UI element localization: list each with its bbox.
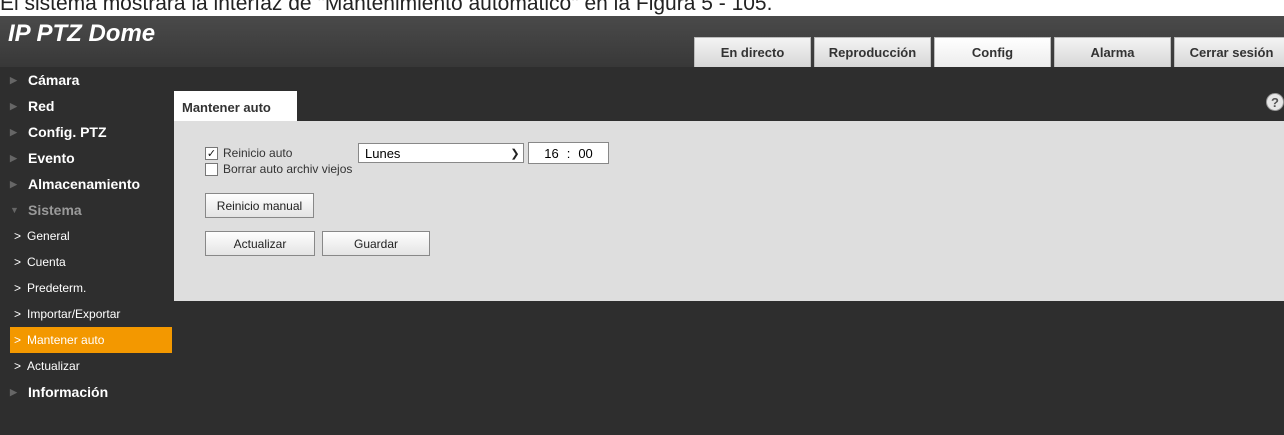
collapsed-triangle-icon: ▶ (10, 126, 17, 137)
tab-alarm[interactable]: Alarma (1054, 37, 1171, 67)
collapsed-triangle-icon: ▶ (10, 152, 17, 163)
document-caption: El sistema mostrará la interfaz de "Mant… (0, 0, 773, 15)
sidebar-item-account[interactable]: > Cuenta (0, 249, 174, 275)
auto-reboot-checkbox[interactable]: ✓ (205, 146, 218, 160)
tab-playback[interactable]: Reproducción (814, 37, 931, 67)
sidebar-group-event[interactable]: ▶ Evento (0, 145, 174, 171)
settings-panel (174, 91, 1284, 301)
chevron-right-icon: > (14, 359, 22, 373)
delete-old-row: Borrar auto archiv viejos (205, 162, 352, 176)
chevron-right-icon: > (14, 229, 22, 243)
save-button[interactable]: Guardar (322, 231, 430, 256)
sidebar-item-import-export[interactable]: > Importar/Exportar (0, 301, 174, 327)
tab-logout[interactable]: Cerrar sesión (1174, 37, 1284, 67)
sidebar-item-label: General (27, 229, 70, 243)
sidebar-group-storage[interactable]: ▶ Almacenamiento (0, 171, 174, 197)
reboot-time-input[interactable]: 16 : 00 (528, 142, 609, 164)
refresh-button[interactable]: Actualizar (205, 231, 315, 256)
sidebar: ▶ Cámara ▶ Red ▶ Config. PTZ ▶ Evento ▶ Almac… (0, 67, 174, 435)
time-separator: : (566, 145, 571, 161)
sidebar-item-default[interactable]: > Predeterm. (0, 275, 174, 301)
sidebar-group-info[interactable]: ▶ Información (0, 379, 174, 405)
collapsed-triangle-icon: ▶ (10, 100, 17, 111)
sidebar-item-label: Mantener auto (27, 333, 105, 347)
sidebar-item-label: Importar/Exportar (27, 307, 121, 321)
sidebar-group-label: Información (28, 384, 109, 400)
collapsed-triangle-icon: ▶ (10, 74, 17, 85)
reboot-hour[interactable]: 16 (544, 146, 558, 161)
delete-old-checkbox[interactable] (205, 162, 218, 176)
sidebar-group-label: Almacenamiento (28, 176, 141, 192)
help-icon[interactable]: ? (1266, 93, 1284, 111)
reboot-minute[interactable]: 00 (578, 146, 592, 161)
panel-tab-auto-maintain[interactable]: Mantener auto (174, 91, 297, 121)
sidebar-item-label: Cuenta (27, 255, 66, 269)
header-bar: IP PTZ Dome En directo Reproducción Conf… (0, 16, 1284, 67)
sidebar-item-label: Predeterm. (27, 281, 87, 295)
sidebar-group-label: Config. PTZ (28, 124, 107, 140)
sidebar-group-label: Red (28, 98, 55, 114)
expanded-triangle-icon: ▼ (10, 205, 19, 215)
collapsed-triangle-icon: ▶ (10, 386, 17, 397)
chevron-right-icon: > (14, 281, 22, 295)
reboot-day-value: Lunes (365, 145, 401, 161)
sidebar-item-general[interactable]: > General (0, 223, 174, 249)
chevron-down-icon: ❯ (510, 147, 520, 160)
sidebar-item-upgrade[interactable]: > Actualizar (0, 353, 174, 379)
tab-config[interactable]: Config (934, 37, 1051, 67)
sidebar-group-label: Cámara (28, 72, 80, 88)
sidebar-group-camera[interactable]: ▶ Cámara (0, 67, 174, 93)
sidebar-group-network[interactable]: ▶ Red (0, 93, 174, 119)
sidebar-group-system[interactable]: ▼ Sistema (0, 197, 174, 223)
sidebar-group-label: Evento (28, 150, 75, 166)
panel-tab-strip (297, 91, 1284, 121)
manual-reboot-button[interactable]: Reinicio manual (205, 193, 314, 218)
app-logo: IP PTZ Dome (8, 20, 156, 47)
sidebar-group-ptz[interactable]: ▶ Config. PTZ (0, 119, 174, 145)
reboot-day-select[interactable]: Lunes ❯ (358, 143, 524, 163)
sidebar-group-label: Sistema (28, 202, 82, 218)
sidebar-item-label: Actualizar (27, 359, 80, 373)
delete-old-label: Borrar auto archiv viejos (223, 162, 353, 176)
chevron-right-icon: > (14, 307, 22, 321)
sidebar-item-auto-maintain[interactable]: > Mantener auto (10, 327, 172, 353)
auto-reboot-label: Reinicio auto (223, 146, 293, 160)
top-nav-tabs: En directo Reproducción Config Alarma Ce… (694, 37, 1284, 67)
collapsed-triangle-icon: ▶ (10, 178, 17, 189)
chevron-right-icon: > (14, 333, 22, 347)
chevron-right-icon: > (14, 255, 22, 269)
auto-reboot-row: ✓ Reinicio auto (205, 146, 292, 160)
tab-live[interactable]: En directo (694, 37, 811, 67)
